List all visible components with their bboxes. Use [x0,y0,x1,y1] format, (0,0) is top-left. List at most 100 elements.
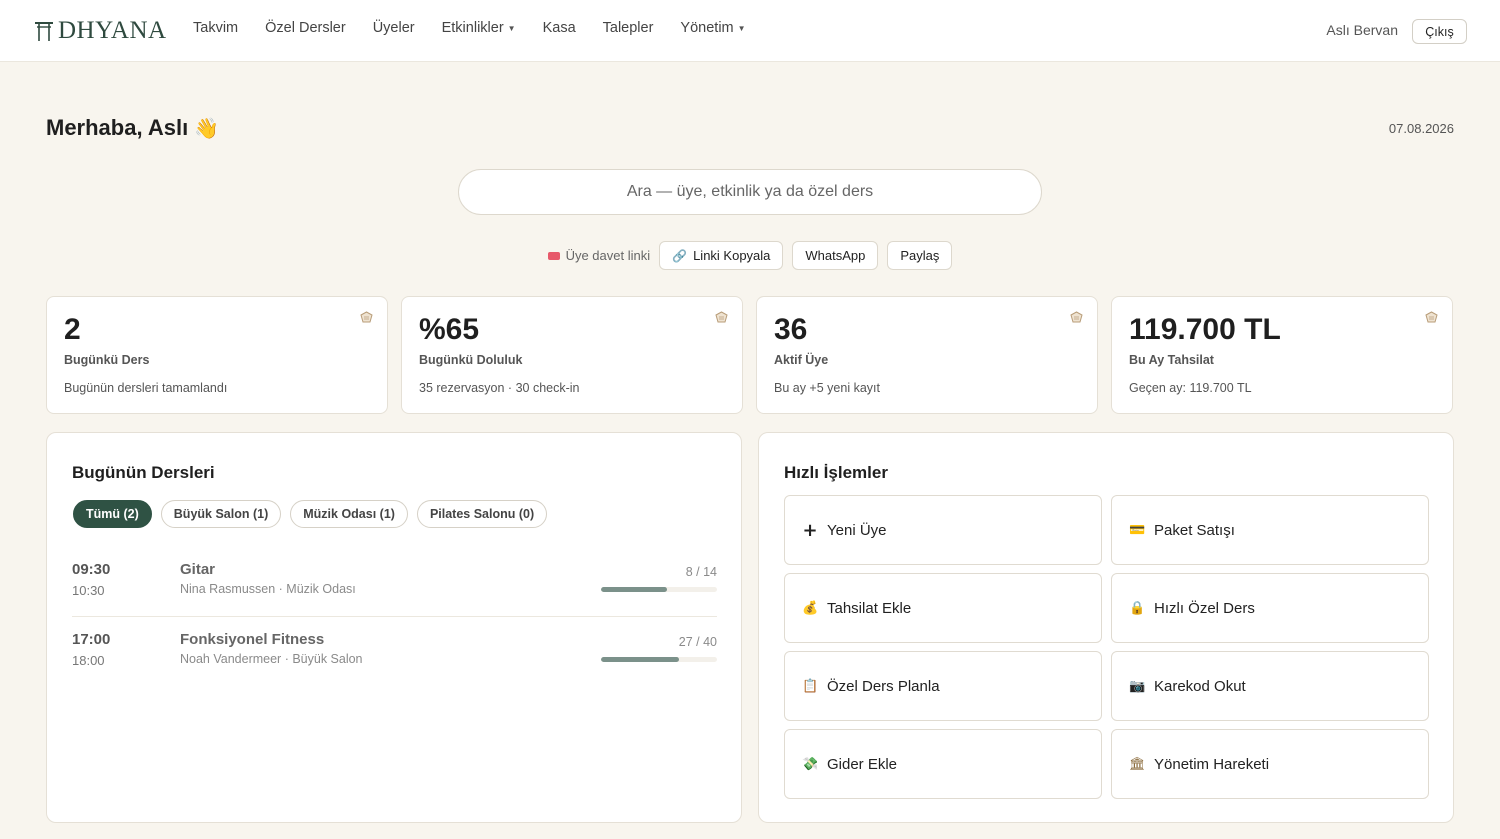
lesson-end-time: 18:00 [72,653,105,668]
stat-label: Bu Ay Tahsilat [1129,353,1214,367]
management-transaction-button[interactable]: 🏛 Yönetim Hareketi [1111,729,1429,799]
lesson-occupancy-fill [601,587,668,592]
room-filter-chips: Tümü (2) Büyük Salon (1) Müzik Odası (1)… [73,500,548,528]
nav-item-uyeler[interactable]: Üyeler [373,20,415,36]
nav-label: Talepler [602,20,654,36]
add-expense-button[interactable]: 💸 Gider Ekle [784,729,1102,799]
plus-icon: + [802,519,818,541]
waving-hand-icon: 👋 [194,116,220,140]
lesson-name: Fonksiyonel Fitness [180,631,325,648]
current-date: 07.08.2026 [1388,121,1454,136]
action-label: Tahsilat Ekle [827,599,912,617]
filter-chip-big-hall[interactable]: Büyük Salon (1) [160,500,282,528]
lock-icon: 🔒 [1129,600,1146,616]
nav-label: Üyeler [372,20,415,36]
stat-subtext: Bugünün dersleri tamamlandı [64,381,228,395]
lesson-booking-count: 8 / 14 [685,565,717,579]
stat-card-active-members: 36 Aktif Üye Bu ay +5 yeni kayıt [756,296,1098,414]
filter-chip-music-room[interactable]: Müzik Odası (1) [290,500,408,528]
action-label: Paket Satışı [1154,521,1235,539]
stat-card-todays-lessons: 2 Bugünkü Ders Bugünün dersleri tamamlan… [46,296,388,414]
action-label: Hızlı Özel Ders [1154,599,1255,617]
quick-actions-grid: + Yeni Üye 💳 Paket Satışı 💰 Tahsilat Ekle 🔒… [784,495,1429,799]
stat-subtext: Bu ay +5 yeni kayıt [774,381,880,395]
nav-label: Yönetim [680,20,734,36]
bank-icon: 🏛 [1129,756,1146,772]
sparkle-icon [1425,311,1438,323]
action-label: Yönetim Hareketi [1154,755,1270,773]
lesson-end-time: 10:30 [72,583,105,598]
caret-down-icon: ▼ [507,23,516,33]
nav-item-takvim[interactable]: Takvim [193,20,238,36]
page-greeting: Merhaba, Aslı 👋 [46,115,219,141]
stat-value: 119.700 TL [1129,313,1281,346]
lesson-start-time: 17:00 [72,631,111,648]
stat-card-monthly-revenue: 119.700 TL Bu Ay Tahsilat Geçen ay: 119.… [1111,296,1453,414]
link-icon: 🔗 [672,248,688,263]
whatsapp-button[interactable]: WhatsApp [792,241,879,270]
action-label: Özel Ders Planla [827,677,940,695]
brand-logo[interactable]: DHYANA [34,17,167,45]
greeting-text: Merhaba, Aslı [46,115,189,140]
copy-link-label: Linki Kopyala [693,248,771,263]
plan-private-lesson-button[interactable]: 📋 Özel Ders Planla [784,651,1102,721]
lesson-booking-count: 27 / 40 [678,635,717,649]
sparkle-icon [360,311,373,323]
nav-item-kasa[interactable]: Kasa [543,20,576,36]
logout-button[interactable]: Çıkış [1412,19,1467,44]
lesson-row[interactable]: 09:30 10:30 Gitar Nina Rasmussen · Müzik… [72,557,717,617]
stat-card-occupancy: %65 Bugünkü Doluluk 35 rezervasyon · 30 … [401,296,743,414]
caret-down-icon: ▼ [737,23,746,33]
camera-icon: 📷 [1129,678,1146,694]
nav-label: Özel Dersler [265,20,346,36]
scan-qr-button[interactable]: 📷 Karekod Okut [1111,651,1429,721]
copy-link-button[interactable]: 🔗 Linki Kopyala [659,241,784,270]
clipboard-icon: 📋 [802,678,819,694]
money-bag-icon: 💰 [802,600,819,616]
sparkle-icon [1070,311,1083,323]
stat-subtext: 35 rezervasyon · 30 check-in [419,381,580,395]
package-sale-button[interactable]: 💳 Paket Satışı [1111,495,1429,565]
nav-label: Kasa [542,20,576,36]
credit-card-icon: 💳 [1129,522,1146,538]
panel-title: Bugünün Dersleri [72,463,215,482]
user-name: Aslı Bervan [1326,22,1398,38]
invite-label-text: Üye davet linki [565,248,651,263]
invite-label: Üye davet linki [547,248,651,263]
sparkle-icon [715,311,728,323]
top-navigation-bar: DHYANA Takvim Özel Dersler Üyeler Etkinl… [0,0,1500,62]
torii-gate-icon [35,22,53,41]
lesson-occupancy-fill [601,657,680,662]
nav-item-ozel-dersler[interactable]: Özel Dersler [265,20,346,36]
stat-value: 2 [64,313,81,346]
money-wings-icon: 💸 [802,756,819,772]
todays-lessons-panel: Bugünün Dersleri Tümü (2) Büyük Salon (1… [46,432,742,823]
quick-private-lesson-button[interactable]: 🔒 Hızlı Özel Ders [1111,573,1429,643]
add-payment-button[interactable]: 💰 Tahsilat Ekle [784,573,1102,643]
nav-item-talepler[interactable]: Talepler [603,20,654,36]
action-label: Yeni Üye [827,521,887,539]
quick-actions-panel: Hızlı İşlemler + Yeni Üye 💳 Paket Satışı 💰… [758,432,1454,823]
stat-label: Bugünkü Ders [64,353,150,367]
lesson-row[interactable]: 17:00 18:00 Fonksiyonel Fitness Noah Van… [72,627,717,687]
filter-chip-pilates-room[interactable]: Pilates Salonu (0) [416,500,548,528]
nav-label: Etkinlikler [441,20,504,36]
lesson-name: Gitar [180,561,216,578]
new-member-button[interactable]: + Yeni Üye [784,495,1102,565]
stat-subtext: Geçen ay: 119.700 TL [1129,381,1252,395]
nav-label: Takvim [193,20,239,36]
nav-item-etkinlikler[interactable]: Etkinlikler ▼ [442,20,516,36]
global-search-input[interactable] [458,169,1042,215]
stat-value: %65 [419,313,480,346]
invite-link-row: Üye davet linki 🔗 Linki Kopyala WhatsApp… [0,241,1500,270]
lesson-instructor-room: Noah Vandermeer · Büyük Salon [180,652,363,666]
brand-name: DHYANA [58,17,167,44]
lesson-instructor-room: Nina Rasmussen · Müzik Odası [180,582,356,596]
action-label: Karekod Okut [1154,677,1246,695]
stat-label: Aktif Üye [774,353,829,367]
filter-chip-all[interactable]: Tümü (2) [73,500,152,528]
share-button[interactable]: Paylaş [887,241,953,270]
nav-item-yonetim[interactable]: Yönetim ▼ [680,20,745,36]
lesson-occupancy-bar [601,587,717,592]
stat-value: 36 [774,313,808,346]
